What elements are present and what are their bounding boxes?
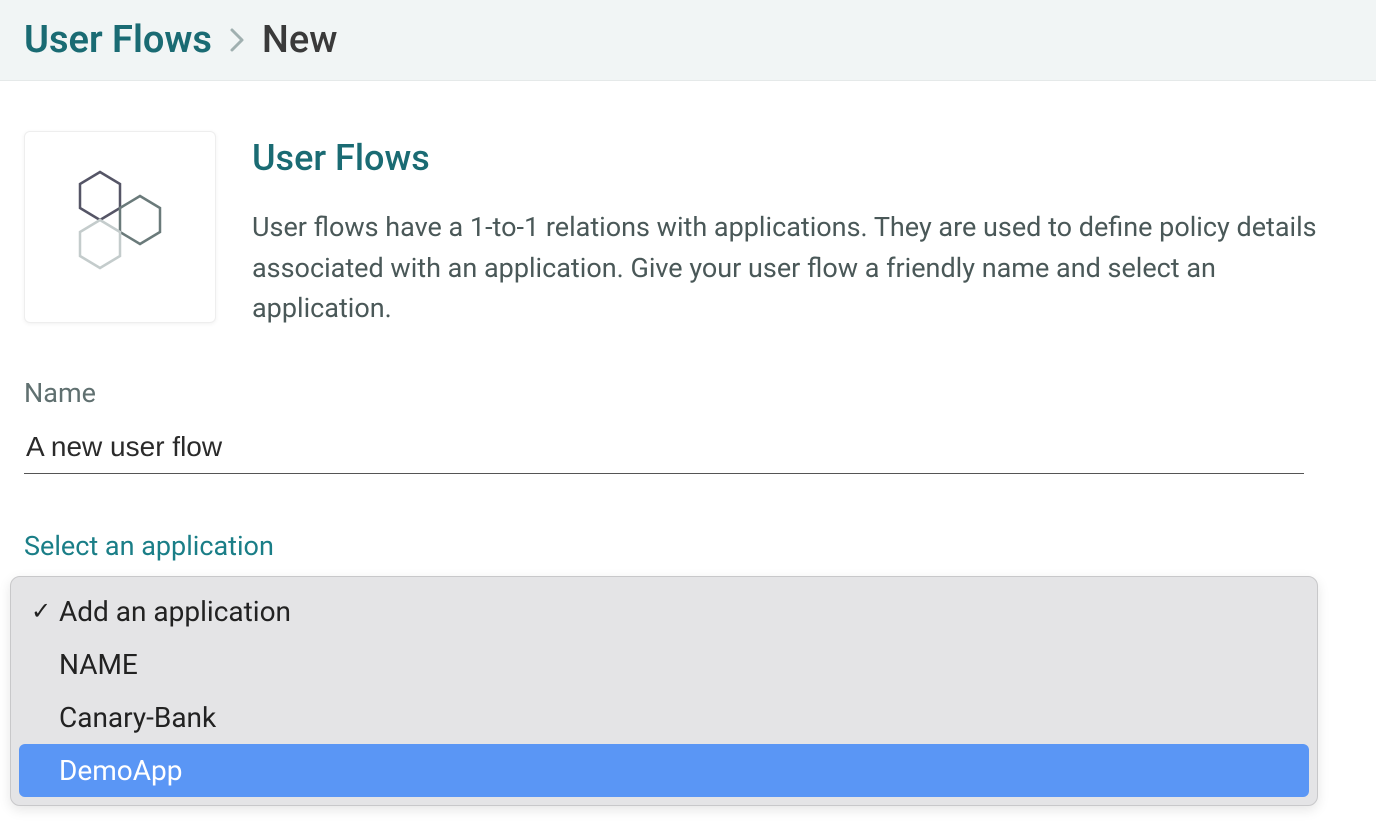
section-description: User flows have a 1-to-1 relations with … — [252, 207, 1352, 329]
dropdown-option[interactable]: NAME — [19, 638, 1309, 691]
dropdown-option[interactable]: Canary-Bank — [19, 691, 1309, 744]
hexagon-cluster-icon — [24, 131, 216, 323]
dropdown-option[interactable]: ✓Add an application — [19, 585, 1309, 638]
breadcrumb-parent-link[interactable]: User Flows — [24, 18, 212, 62]
check-icon: ✓ — [31, 597, 59, 625]
breadcrumb: User Flows New — [0, 0, 1376, 81]
name-label: Name — [24, 377, 1304, 409]
dropdown-option-label: Canary-Bank — [59, 701, 216, 734]
dropdown-option-label: NAME — [59, 648, 138, 681]
select-application-label: Select an application — [24, 530, 1304, 562]
dropdown-option[interactable]: DemoApp — [19, 744, 1309, 797]
application-dropdown[interactable]: ✓Add an application NAME Canary-Bank DemoAp… — [10, 576, 1318, 806]
dropdown-option-label: Add an application — [59, 595, 291, 628]
chevron-right-icon — [228, 26, 246, 54]
dropdown-option-label: DemoApp — [59, 754, 182, 787]
section-title: User Flows — [252, 137, 1352, 179]
name-input[interactable] — [24, 423, 1304, 474]
breadcrumb-current: New — [262, 18, 338, 62]
